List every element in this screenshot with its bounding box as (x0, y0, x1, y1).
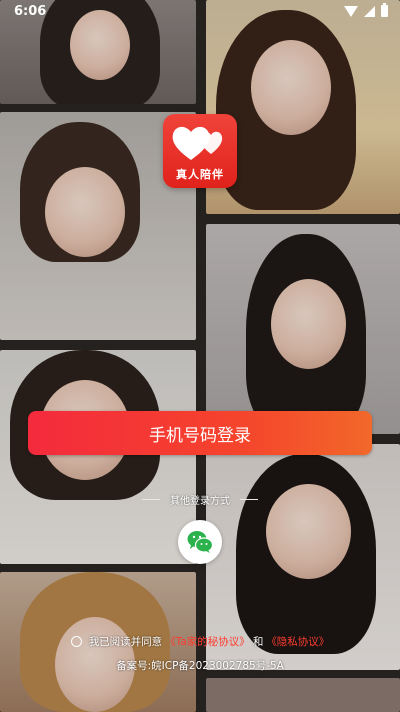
agree-radio-icon[interactable] (70, 636, 82, 647)
wechat-login-button[interactable] (178, 520, 222, 564)
phone-login-button[interactable]: 手机号码登录 (28, 411, 372, 455)
agreement-row: 我已阅读并同意 《Ta家的秘协议》 和 《隐私协议》 (0, 634, 400, 649)
app-name: 真人陪伴 (176, 168, 224, 181)
status-bar: 6:06 (0, 0, 400, 24)
wifi-icon (344, 5, 358, 17)
divider-line (240, 498, 258, 500)
other-login-label: 其他登录方式 (170, 495, 230, 507)
icp-record: 备案号:皖ICP备2023002785号-5A (116, 660, 284, 672)
privacy-policy-link[interactable]: 《隐私协议》 (266, 634, 329, 649)
other-login-divider: 其他登录方式 (0, 491, 400, 507)
hearts-icon (172, 126, 223, 160)
signal-icon (364, 5, 375, 17)
background-photo-grid (0, 0, 400, 712)
user-agreement-link[interactable]: 《Ta家的秘协议》 (165, 634, 250, 649)
agreement-prefix: 我已阅读并同意 (88, 636, 163, 648)
app-logo: 真人陪伴 (163, 114, 237, 188)
agreement-conjunction: 和 (252, 636, 264, 648)
divider-line (142, 498, 160, 500)
wechat-icon (187, 531, 213, 553)
battery-icon (381, 3, 388, 17)
status-time: 6:06 (14, 4, 47, 19)
